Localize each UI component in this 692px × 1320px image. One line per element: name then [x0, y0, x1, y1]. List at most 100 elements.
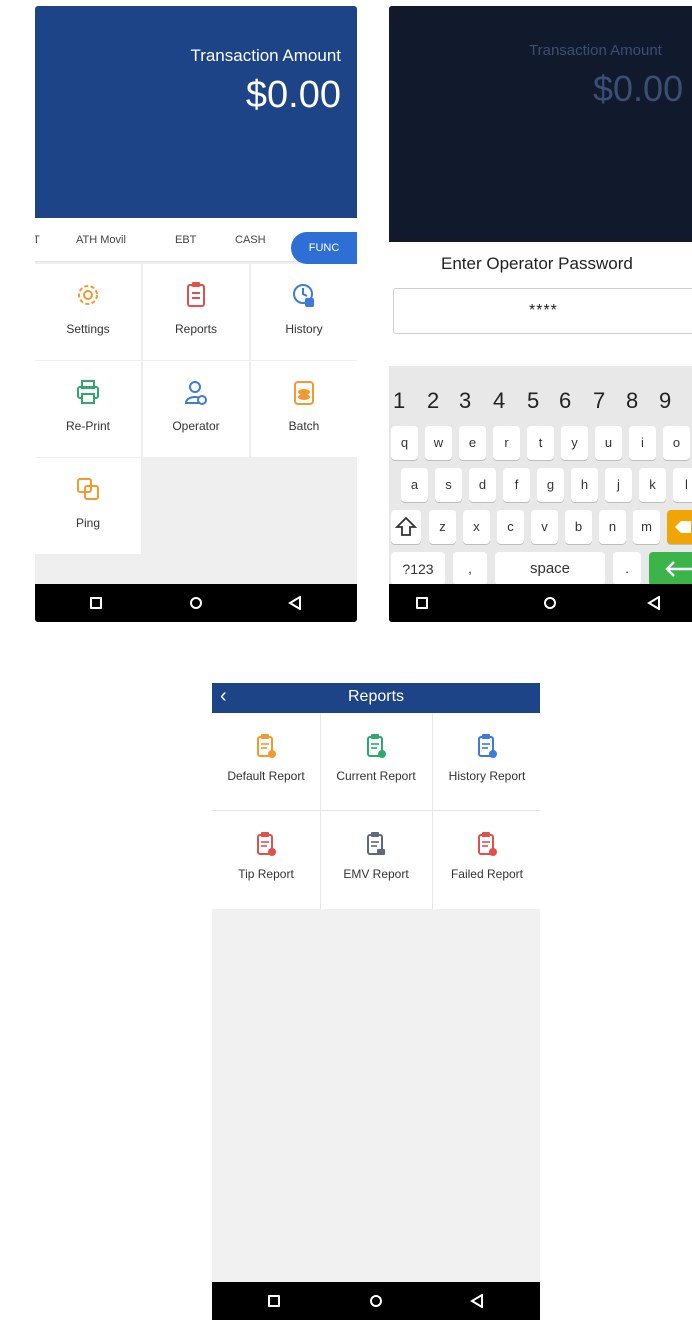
report-emv-icon [367, 832, 385, 855]
key-e[interactable]: e [459, 426, 486, 460]
period-key[interactable]: . [613, 552, 641, 586]
soft-keyboard: 1 2 3 4 5 6 7 8 9 q w e r t y u i o a s … [389, 366, 692, 586]
comma-key[interactable]: , [453, 552, 487, 586]
system-nav-bar [35, 584, 357, 622]
report-tip-icon [257, 832, 276, 856]
batch-label: Batch [288, 419, 320, 433]
backspace-icon [675, 521, 691, 533]
transaction-amount-value: $0.00 [245, 74, 341, 116]
key-l[interactable]: l [673, 468, 692, 502]
shift-icon [394, 516, 418, 536]
recent-apps-icon[interactable] [90, 597, 102, 609]
transaction-amount-value: $0.00 [593, 68, 684, 109]
space-key[interactable]: space [495, 552, 605, 586]
key-i[interactable]: i [629, 426, 656, 460]
home-icon[interactable] [544, 597, 556, 609]
reports-label: Reports [174, 322, 218, 336]
back-icon[interactable] [288, 596, 302, 610]
current-report-label: Current Report [336, 769, 416, 783]
key-6[interactable]: 6 [559, 388, 571, 414]
amount-header: Transaction Amount $0.00 [35, 6, 357, 218]
key-b[interactable]: b [565, 510, 592, 544]
tab-ath-movil[interactable]: ATH Movil [76, 218, 126, 262]
default-report-button[interactable]: Default Report [212, 713, 320, 810]
reports-grid: Default Report Current Report History Re… [212, 713, 540, 909]
tip-report-button[interactable]: Tip Report [212, 811, 320, 908]
tab-t[interactable]: T [35, 218, 40, 262]
key-n[interactable]: n [599, 510, 626, 544]
dialog-title: Enter Operator Password [441, 254, 633, 273]
key-k[interactable]: k [639, 468, 666, 502]
reports-screen: ‹ Reports Default Report Current Report … [212, 683, 540, 1320]
tab-func[interactable]: FUNC [291, 232, 357, 264]
key-9[interactable]: 9 [659, 388, 671, 414]
reports-top-bar: ‹ Reports [212, 683, 540, 713]
operator-password-dialog: Enter Operator Password **** [389, 242, 692, 366]
key-s[interactable]: s [435, 468, 462, 502]
key-y[interactable]: y [561, 426, 588, 460]
key-u[interactable]: u [595, 426, 622, 460]
shift-key[interactable] [391, 510, 421, 544]
emv-report-button[interactable]: EMV Report [322, 811, 430, 908]
key-3[interactable]: 3 [459, 388, 471, 414]
terminal-screen-func: Transaction Amount $0.00 T ATH Movil EBT… [35, 6, 357, 622]
key-t[interactable]: t [527, 426, 554, 460]
key-m[interactable]: m [633, 510, 660, 544]
settings-button[interactable]: Settings [35, 264, 141, 360]
key-q[interactable]: q [391, 426, 418, 460]
reprint-button[interactable]: Re-Print [35, 361, 141, 457]
key-o[interactable]: o [663, 426, 690, 460]
batch-icon [294, 381, 314, 405]
back-icon[interactable] [470, 1294, 484, 1308]
transaction-amount-label: Transaction Amount [190, 46, 341, 65]
key-g[interactable]: g [537, 468, 564, 502]
report-history-icon [478, 734, 497, 758]
tip-report-label: Tip Report [238, 867, 294, 881]
key-1[interactable]: 1 [393, 388, 405, 414]
key-f[interactable]: f [503, 468, 530, 502]
reprint-label: Re-Print [65, 419, 110, 433]
tab-ebt[interactable]: EBT [175, 218, 196, 262]
backspace-key[interactable] [667, 510, 692, 544]
password-input[interactable]: **** [393, 288, 692, 334]
failed-report-label: Failed Report [450, 867, 524, 881]
enter-arrow-icon [665, 561, 692, 577]
operator-icon [184, 381, 207, 405]
key-d[interactable]: d [469, 468, 496, 502]
key-c[interactable]: c [497, 510, 524, 544]
back-icon[interactable] [647, 596, 661, 610]
printer-icon [77, 380, 99, 404]
key-x[interactable]: x [463, 510, 490, 544]
batch-button[interactable]: Batch [251, 361, 357, 457]
key-z[interactable]: z [429, 510, 456, 544]
key-r[interactable]: r [493, 426, 520, 460]
key-2[interactable]: 2 [427, 388, 439, 414]
key-a[interactable]: a [401, 468, 428, 502]
recent-apps-icon[interactable] [416, 597, 428, 609]
key-w[interactable]: w [425, 426, 452, 460]
operator-button[interactable]: Operator [143, 361, 249, 457]
key-7[interactable]: 7 [593, 388, 605, 414]
home-icon[interactable] [190, 597, 202, 609]
tab-cash[interactable]: CASH [235, 218, 266, 262]
dimmed-amount-header: Transaction Amount $0.00 [389, 6, 692, 236]
enter-key[interactable] [649, 552, 692, 586]
key-h[interactable]: h [571, 468, 598, 502]
key-4[interactable]: 4 [493, 388, 505, 414]
key-j[interactable]: j [605, 468, 632, 502]
history-report-button[interactable]: History Report [433, 713, 540, 810]
report-current-icon [367, 734, 386, 758]
default-report-label: Default Report [227, 769, 305, 783]
recent-apps-icon[interactable] [268, 1295, 280, 1307]
key-8[interactable]: 8 [626, 388, 638, 414]
history-button[interactable]: History [251, 264, 357, 360]
operator-label: Operator [172, 419, 220, 433]
symbols-key[interactable]: ?123 [391, 552, 445, 586]
ping-button[interactable]: Ping [35, 458, 141, 554]
reports-button[interactable]: Reports [143, 264, 249, 360]
home-icon[interactable] [370, 1295, 382, 1307]
current-report-button[interactable]: Current Report [322, 713, 430, 810]
key-5[interactable]: 5 [527, 388, 539, 414]
failed-report-button[interactable]: Failed Report [433, 811, 540, 908]
key-v[interactable]: v [531, 510, 558, 544]
